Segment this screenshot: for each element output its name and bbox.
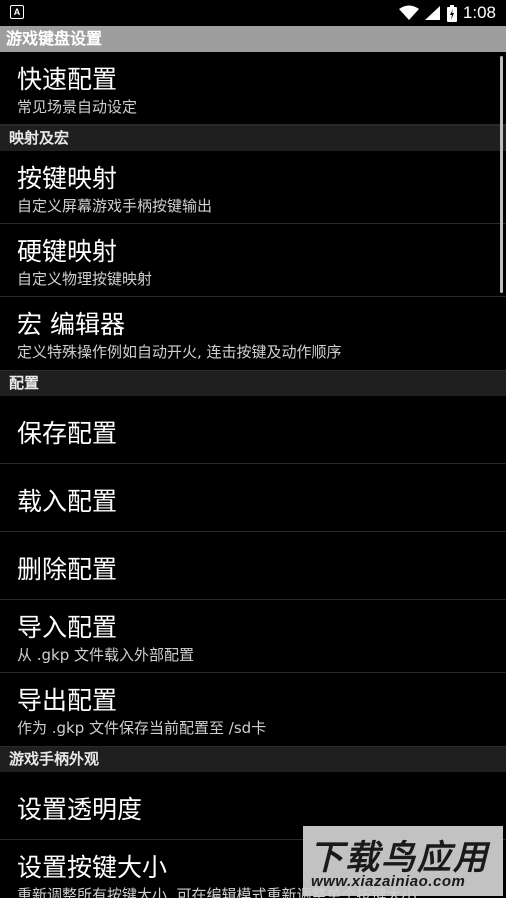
- item-summary: 作为 .gkp 文件保存当前配置至 /sd卡: [17, 719, 267, 737]
- hard-key-mapping-item[interactable]: 硬键映射 自定义物理按键映射: [0, 224, 506, 297]
- item-summary: 自定义物理按键映射: [17, 270, 153, 288]
- scrollbar[interactable]: [500, 56, 503, 293]
- item-title: 设置按键大小: [17, 853, 168, 882]
- load-config-item[interactable]: 载入配置: [0, 464, 506, 532]
- item-summary: 定义特殊操作例如自动开火, 连击按键及动作顺序: [17, 343, 342, 361]
- item-summary: 从 .gkp 文件载入外部配置: [17, 646, 195, 664]
- settings-list[interactable]: 快速配置 常见场景自动设定 映射及宏 按键映射 自定义屏幕游戏手柄按键输出 硬键…: [0, 52, 506, 898]
- delete-config-item[interactable]: 删除配置: [0, 532, 506, 600]
- item-summary: 自定义屏幕游戏手柄按键输出: [17, 197, 213, 215]
- export-config-item[interactable]: 导出配置 作为 .gkp 文件保存当前配置至 /sd卡: [0, 673, 506, 746]
- page-title: 游戏键盘设置: [0, 26, 506, 52]
- import-config-item[interactable]: 导入配置 从 .gkp 文件载入外部配置: [0, 600, 506, 673]
- item-title: 导入配置: [17, 613, 118, 642]
- item-title: 删除配置: [17, 555, 118, 584]
- watermark-text: 下载鸟应用: [309, 839, 489, 877]
- section-header-mapping: 映射及宏: [0, 125, 506, 151]
- item-title: 导出配置: [17, 686, 118, 715]
- item-title: 保存配置: [17, 419, 118, 448]
- item-title: 快速配置: [17, 65, 118, 94]
- item-title: 宏 编辑器: [17, 310, 125, 339]
- item-summary: 常见场景自动设定: [17, 98, 138, 116]
- item-title: 按键映射: [17, 164, 118, 193]
- item-title: 载入配置: [17, 487, 118, 516]
- macro-editor-item[interactable]: 宏 编辑器 定义特殊操作例如自动开火, 连击按键及动作顺序: [0, 297, 506, 370]
- item-title: 设置透明度: [17, 795, 143, 824]
- watermark-logo: 下载鸟应用 www.xiazainiao.com: [303, 826, 503, 896]
- clock: 1:08: [462, 3, 496, 22]
- screen: A 1:08 游戏键盘设置 快速配置 常见场景自动设定 映射及宏 按键映射 自定…: [0, 0, 506, 898]
- app-notification-icon: A: [10, 5, 24, 19]
- wifi-icon: [398, 5, 419, 20]
- status-bar: A 1:08: [0, 0, 506, 26]
- key-mapping-item[interactable]: 按键映射 自定义屏幕游戏手柄按键输出: [0, 151, 506, 224]
- signal-icon: [424, 6, 440, 20]
- quick-config-item[interactable]: 快速配置 常见场景自动设定: [0, 52, 506, 125]
- save-config-item[interactable]: 保存配置: [0, 396, 506, 464]
- section-header-appearance: 游戏手柄外观: [0, 746, 506, 772]
- battery-charging-icon: [446, 4, 457, 22]
- watermark-url: www.xiazainiao.com: [311, 873, 466, 890]
- section-header-config: 配置: [0, 370, 506, 396]
- item-title: 硬键映射: [17, 237, 118, 266]
